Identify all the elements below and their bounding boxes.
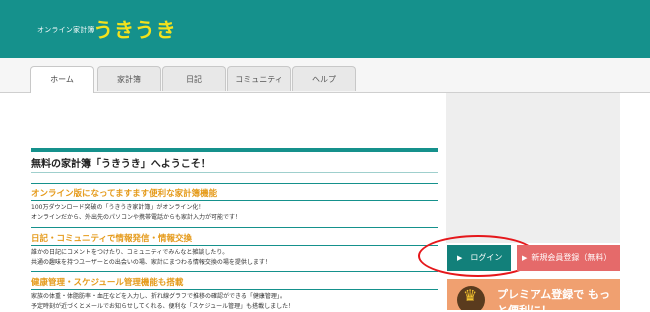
section-title-health: 健康管理・スケジュール管理機能も搭載 (31, 278, 184, 288)
register-label: 新規会員登録（無料） (531, 253, 612, 262)
premium-text: プレミアム登録で もっと便利に！ (497, 288, 611, 310)
premium-banner[interactable]: ♛ プレミアム登録で もっと便利に！ (447, 279, 620, 310)
section-divider (31, 183, 438, 184)
section-text: 家族の体重・体脂肪率・血圧などを入力し、折れ線グラフで推移の確認ができる「健康管… (31, 293, 286, 300)
section-text: オンラインだから、外出先のパソコンや携帯電話からも家計入力が可能です！ (31, 214, 242, 221)
tab-community[interactable]: コミュニティ (227, 66, 291, 91)
section-divider (31, 271, 438, 272)
section-text: 100万ダウンロード突破の「うきうき家計簿」がオンライン化！ (31, 204, 205, 211)
section-text: 誰かの日記にコメントをつけたり、コミュニティでみんなと雑談したり。 (31, 249, 229, 256)
section-text: 予定時刻が近づくとメールでお知らせしてくれる、便利な「スケジュール管理」も搭載し… (31, 303, 295, 310)
section-divider (31, 245, 438, 246)
crown-icon: ♛ (463, 286, 478, 305)
welcome-divider (31, 172, 438, 173)
section-title-diary: 日記・コミュニティで情報発信・情報交換 (31, 234, 192, 244)
logo-subtitle: オンライン家計簿 (37, 26, 95, 34)
section-text: 共通の趣味を持つユーザーとの出会いの場、家計にまつわる情報交換の場を提供します！ (31, 259, 271, 266)
section-title-online: オンライン版になってますます便利な家計簿機能 (31, 189, 218, 199)
welcome-heading: 無料の家計簿「うきうき」へようこそ！ (31, 159, 211, 170)
section-divider (31, 200, 438, 201)
section-top-rule (31, 148, 438, 152)
tab-diary[interactable]: 日記 (162, 66, 226, 91)
tab-home[interactable]: ホーム (30, 66, 94, 93)
tab-kakeibo[interactable]: 家計簿 (97, 66, 161, 91)
section-divider (31, 289, 438, 290)
sidebar-banner-placeholder (446, 93, 620, 243)
section-divider (31, 227, 438, 228)
tab-help[interactable]: ヘルプ (292, 66, 356, 91)
register-button[interactable]: ▶ 新規会員登録（無料） (517, 245, 620, 271)
site-logo[interactable]: うきうき (93, 14, 177, 43)
site-header: オンライン家計簿 うきうき (0, 0, 650, 58)
play-arrow-icon: ▶ (522, 254, 528, 262)
